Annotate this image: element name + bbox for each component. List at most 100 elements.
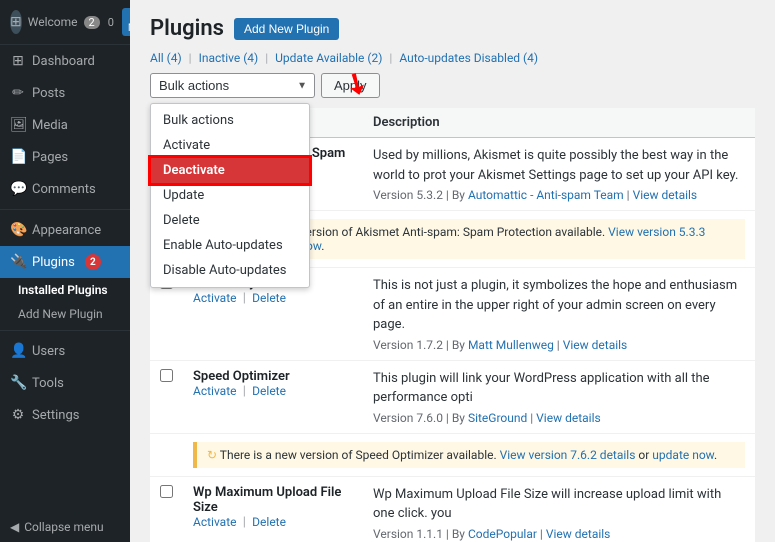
sidebar-item-comments[interactable]: 💬 Comments — [0, 173, 130, 205]
dropdown-delete[interactable]: Delete — [151, 208, 309, 233]
author-link[interactable]: CodePopular — [468, 527, 537, 541]
view-details-link[interactable]: View details — [536, 411, 601, 425]
sidebar-item-users[interactable]: 👤 Users — [0, 335, 130, 367]
sidebar-item-media[interactable]: 🖼 Media — [0, 109, 130, 141]
sidebar-divider-2 — [0, 330, 130, 331]
author-link[interactable]: Matt Mullenweg — [468, 338, 554, 352]
plugin-description: This is not just a plugin, it symbolizes… — [373, 276, 745, 335]
new-button[interactable]: + New — [122, 8, 130, 36]
sidebar-divider-1 — [0, 209, 130, 210]
bulk-select-wrapper: Bulk actions Activate Deactivate Update … — [150, 73, 315, 98]
bulk-actions-bar: Bulk actions Activate Deactivate Update … — [150, 73, 755, 98]
view-details-link[interactable]: View details — [633, 188, 698, 202]
notifications-count: 2 — [84, 16, 100, 29]
dropdown-deactivate[interactable]: Deactivate — [151, 158, 309, 183]
plugin-name: Speed Optimizer — [193, 369, 353, 384]
sidebar: ⊞ Welcome 2 0 + New ⊞ Dashboard ✏ Posts … — [0, 0, 130, 542]
collapse-icon: ◀ — [10, 520, 19, 534]
add-new-plugin-button[interactable]: Add New Plugin — [234, 18, 339, 40]
activate-link[interactable]: Activate — [193, 515, 237, 529]
plugin-description: This plugin will link your WordPress app… — [373, 369, 745, 408]
delete-link[interactable]: Delete — [252, 291, 286, 305]
appearance-icon: 🎨 — [10, 222, 26, 238]
dashboard-icon: ⊞ — [10, 53, 26, 69]
table-row: Speed Optimizer Activate | Delete This p… — [150, 360, 755, 433]
sidebar-item-pages[interactable]: 📄 Pages — [0, 141, 130, 173]
sidebar-item-appearance[interactable]: 🎨 Appearance — [0, 214, 130, 246]
comments-icon: 💬 — [10, 181, 26, 197]
header-right: 2 0 + New — [84, 8, 131, 36]
sidebar-item-dashboard[interactable]: ⊞ Dashboard — [0, 45, 130, 77]
plugin-checkbox-cell — [150, 360, 183, 433]
plugin-name-cell: Speed Optimizer Activate | Delete — [183, 360, 363, 433]
sidebar-item-settings[interactable]: ⚙ Settings — [0, 399, 130, 431]
settings-icon: ⚙ — [10, 407, 26, 423]
dropdown-disable-auto-updates[interactable]: Disable Auto-updates — [151, 258, 309, 283]
author-link[interactable]: SiteGround — [468, 411, 527, 425]
plugin-name-cell: Wp Maximum Upload File Size Activate | D… — [183, 476, 363, 542]
plugin-description-cell: Used by millions, Akismet is quite possi… — [363, 138, 755, 211]
sidebar-header: ⊞ Welcome 2 0 + New — [0, 0, 130, 45]
tools-icon: 🔧 — [10, 375, 26, 391]
plugin-description-cell: This is not just a plugin, it symbolizes… — [363, 268, 755, 361]
plugin-meta: Version 1.1.1 | By CodePopular | View de… — [373, 527, 745, 541]
plugin-description: Wp Maximum Upload File Size will increas… — [373, 485, 745, 524]
bulk-actions-dropdown: Bulk actions Activate Deactivate Update … — [150, 103, 310, 288]
plugin-actions: Activate | Delete — [193, 291, 353, 306]
plugin-meta: Version 5.3.2 | By Automattic - Anti-spa… — [373, 188, 745, 202]
col-header-description: Description — [363, 108, 755, 138]
apply-button[interactable]: Apply — [321, 73, 380, 98]
view-details-link[interactable]: View details — [546, 527, 611, 541]
sidebar-item-plugins[interactable]: 🔌 Plugins 2 — [0, 246, 130, 278]
plugins-icon: 🔌 — [10, 254, 26, 270]
dropdown-update[interactable]: Update — [151, 183, 309, 208]
view-details-link[interactable]: View details — [563, 338, 628, 352]
plugin-meta: Version 7.6.0 | By SiteGround | View det… — [373, 411, 745, 425]
plugin-checkbox[interactable] — [160, 369, 173, 382]
update-notice-cell: ↻ There is a new version of Speed Optimi… — [183, 433, 755, 476]
plugin-description-cell: This plugin will link your WordPress app… — [363, 360, 755, 433]
delete-link[interactable]: Delete — [252, 515, 286, 529]
update-now-link[interactable]: update now — [652, 448, 714, 462]
update-notice: ↻ There is a new version of Speed Optimi… — [193, 442, 745, 468]
filter-auto-updates-disabled[interactable]: Auto-updates Disabled (4) — [399, 51, 538, 65]
plugin-name: Wp Maximum Upload File Size — [193, 485, 353, 515]
update-icon: ↻ — [207, 448, 217, 462]
page-title: Plugins — [150, 16, 224, 41]
sidebar-item-tools[interactable]: 🔧 Tools — [0, 367, 130, 399]
collapse-menu-button[interactable]: ◀ Collapse menu — [0, 512, 130, 542]
dropdown-activate[interactable]: Activate — [151, 133, 309, 158]
update-version-link[interactable]: View version 7.6.2 details — [500, 448, 636, 462]
plugin-actions: Activate | Delete — [193, 515, 353, 530]
plugin-checkbox-cell — [150, 476, 183, 542]
users-icon: 👤 — [10, 343, 26, 359]
filter-all[interactable]: All (4) — [150, 51, 182, 65]
table-row: Wp Maximum Upload File Size Activate | D… — [150, 476, 755, 542]
filter-update-available[interactable]: Update Available (2) — [275, 51, 382, 65]
main-content: Plugins Add New Plugin All (4) | Inactiv… — [130, 0, 775, 542]
plugin-checkbox[interactable] — [160, 485, 173, 498]
plugin-description-cell: Wp Maximum Upload File Size will increas… — [363, 476, 755, 542]
sidebar-sub-add-new-plugin[interactable]: Add New Plugin — [0, 302, 130, 326]
filter-links: All (4) | Inactive (4) | Update Availabl… — [150, 51, 755, 65]
site-name: Welcome — [28, 15, 78, 29]
delete-link[interactable]: Delete — [252, 384, 286, 398]
activate-link[interactable]: Activate — [193, 384, 237, 398]
wp-logo-icon: ⊞ — [10, 10, 22, 34]
pages-icon: 📄 — [10, 149, 26, 165]
activate-link[interactable]: Activate — [193, 291, 237, 305]
plugin-description: Used by millions, Akismet is quite possi… — [373, 146, 745, 185]
plugin-meta: Version 1.7.2 | By Matt Mullenweg | View… — [373, 338, 745, 352]
sidebar-sub-installed-plugins[interactable]: Installed Plugins — [0, 278, 130, 302]
dropdown-enable-auto-updates[interactable]: Enable Auto-updates — [151, 233, 309, 258]
dropdown-bulk-actions[interactable]: Bulk actions — [151, 108, 309, 133]
author-link[interactable]: Automattic - Anti-spam Team — [468, 188, 624, 202]
media-icon: 🖼 — [10, 117, 26, 133]
comments-count: 0 — [108, 16, 114, 29]
posts-icon: ✏ — [10, 85, 26, 101]
sidebar-item-posts[interactable]: ✏ Posts — [0, 77, 130, 109]
filter-inactive[interactable]: Inactive (4) — [199, 51, 259, 65]
table-row-update: ↻ There is a new version of Speed Optimi… — [150, 433, 755, 476]
bulk-actions-select[interactable]: Bulk actions Activate Deactivate Update … — [150, 73, 315, 98]
plugin-actions: Activate | Delete — [193, 384, 353, 399]
